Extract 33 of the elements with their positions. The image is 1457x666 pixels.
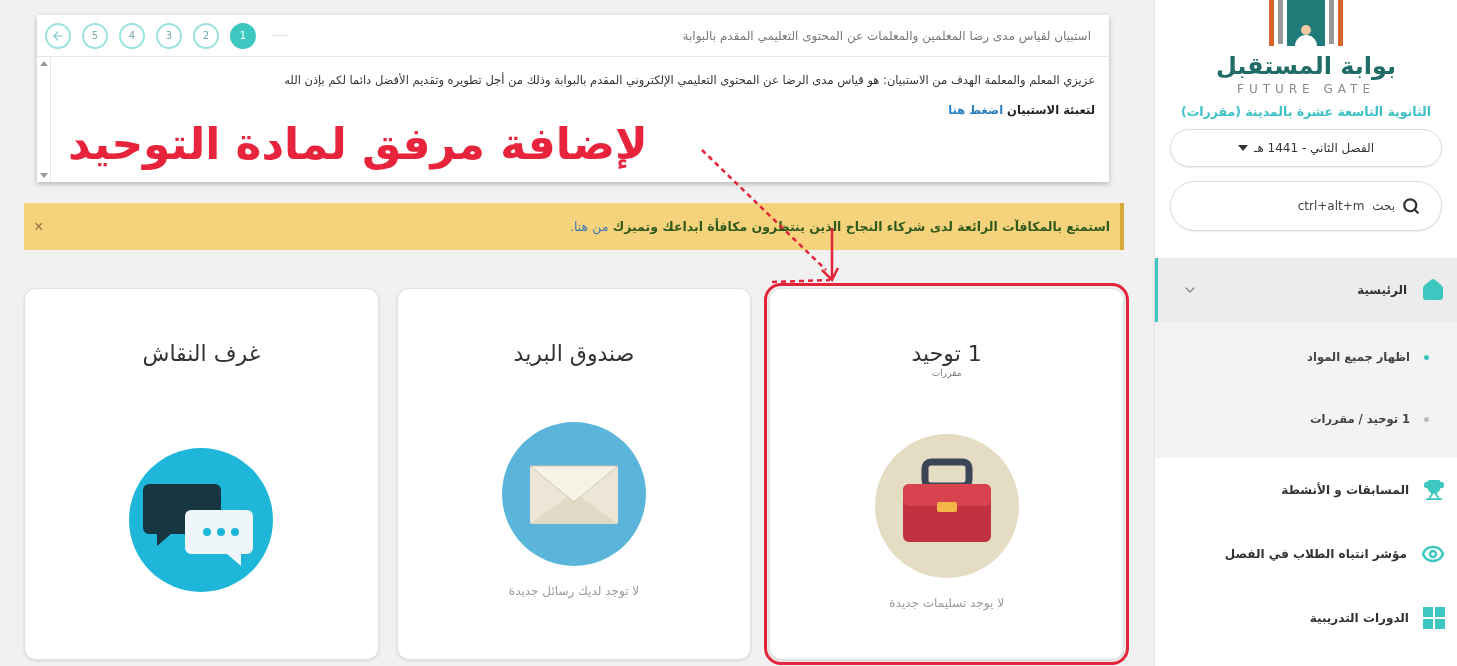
dashboard-card[interactable]: غرف النقاش bbox=[24, 288, 379, 660]
card-title: 1 توحيد bbox=[911, 341, 982, 366]
banner-message: استمتع بالمكافآت الرائعة لدى شركاء النجاح الذين ينتظرون مكافأة ابداعك وتميزك من هنا. bbox=[570, 219, 1110, 234]
card-title: صندوق البريد bbox=[513, 341, 635, 366]
annotation-text: لإضافة مرفق لمادة التوحيد bbox=[68, 118, 648, 169]
school-name: الثانوية التاسعة عشرة بالمدينة (مقررات) bbox=[1180, 104, 1432, 119]
envelope-icon bbox=[502, 422, 646, 566]
survey-link[interactable]: اضغط هنا bbox=[948, 103, 1004, 117]
card-subtitle: مقررات bbox=[931, 368, 962, 378]
nav-subitem-label: 1 توحيد / مقررات bbox=[1309, 412, 1410, 426]
caret-icon bbox=[1237, 145, 1248, 151]
survey-title: استبيان لقياس مدى رضا المعلمين والمعلمات عن المحتوى التعليمي المقدم بالبوابة bbox=[682, 28, 1091, 43]
grid-icon bbox=[1423, 607, 1445, 629]
search-field[interactable]: بحث ctrl+alt+m bbox=[1170, 181, 1442, 231]
nav-subitem[interactable]: 1 توحيد / مقررات bbox=[1155, 388, 1457, 450]
card-status: لا توجد لديك رسائل جديدة bbox=[508, 584, 640, 598]
chat-bubbles-icon bbox=[129, 448, 274, 592]
survey-message: عزيزي المعلم والمعلمة الهدف من الاستبيان: هو قياس مدى الرضا عن المحتوى التعليمي الإلكتروني المقدم بالبوابة وذلك من أجل تطويره وتقديم الأفضل دائما لكم بإذن الله bbox=[283, 73, 1095, 87]
nav-subitem[interactable]: اظهار جميع المواد bbox=[1155, 326, 1457, 388]
card-status: لا يوجد تسليمات جديدة bbox=[889, 596, 1005, 610]
card-title: غرف النقاش bbox=[142, 341, 261, 366]
back-button[interactable] bbox=[45, 22, 71, 49]
term-dropdown[interactable]: الفصل الثاني - 1441 هـ bbox=[1170, 129, 1442, 167]
search-icon bbox=[1402, 197, 1420, 215]
dashboard-card[interactable]: صندوق البريد لا توجد لديك رسائل جديدة bbox=[396, 288, 752, 660]
brand-name: بوابة المستقبل bbox=[1215, 52, 1397, 80]
brand-tagline: FUTURE GATE bbox=[1237, 82, 1375, 96]
home-icon bbox=[1421, 278, 1445, 302]
briefcase-icon bbox=[874, 434, 1019, 578]
trophy-icon bbox=[1423, 479, 1445, 501]
nav-subitem-label: اظهار جميع المواد bbox=[1307, 350, 1410, 364]
survey-cta: لتعبئة الاستبيان اضغط هنا bbox=[947, 103, 1095, 117]
nav-item[interactable]: الرئيسية bbox=[1155, 258, 1457, 322]
